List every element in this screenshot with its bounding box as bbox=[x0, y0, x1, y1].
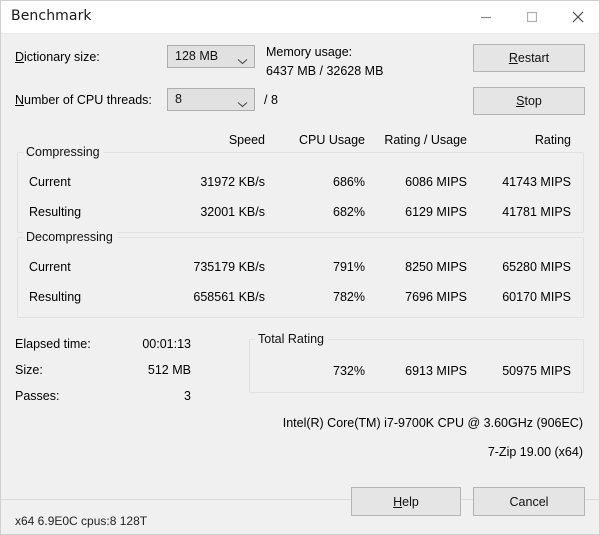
minimize-icon bbox=[480, 11, 492, 23]
minimize-button[interactable] bbox=[463, 1, 509, 32]
cpu-threads-combo[interactable]: 8 bbox=[167, 88, 255, 111]
size-value: 512 MB bbox=[147, 363, 191, 377]
help-accel: H bbox=[393, 494, 403, 509]
compressing-current-rating: 41743 MIPS bbox=[502, 175, 571, 189]
decompressing-current-label: Current bbox=[29, 260, 71, 274]
decompressing-current-rating-usage: 8250 MIPS bbox=[405, 260, 467, 274]
decompressing-group-title: Decompressing bbox=[23, 230, 117, 244]
cpu-threads-label-rest: umber of CPU threads: bbox=[24, 93, 152, 107]
close-button[interactable] bbox=[555, 1, 599, 32]
stop-button-label: Stop bbox=[516, 94, 542, 108]
decompressing-current-speed: 735179 KB/s bbox=[193, 260, 265, 274]
dictionary-size-combo[interactable]: 128 MB bbox=[167, 45, 255, 68]
compressing-resulting-rating: 41781 MIPS bbox=[502, 205, 571, 219]
restart-button-label: Restart bbox=[508, 51, 550, 65]
compressing-current-cpu-usage: 686% bbox=[333, 175, 365, 189]
elapsed-time-label: Elapsed time: bbox=[15, 337, 91, 351]
compressing-group-title: Compressing bbox=[23, 145, 104, 159]
restart-button[interactable]: Restart bbox=[473, 44, 585, 72]
decompressing-group bbox=[17, 237, 584, 318]
close-icon bbox=[571, 10, 585, 24]
version-info: 7-Zip 19.00 (x64) bbox=[487, 445, 583, 459]
cpu-threads-value: 8 bbox=[175, 92, 182, 106]
compressing-current-rating-usage: 6086 MIPS bbox=[405, 175, 467, 189]
cpu-threads-label: Number of CPU threads: bbox=[15, 93, 152, 107]
compressing-resulting-rating-usage: 6129 MIPS bbox=[405, 205, 467, 219]
decompressing-current-cpu-usage: 791% bbox=[333, 260, 365, 274]
cpu-threads-accel: N bbox=[15, 93, 25, 107]
compressing-resulting-speed: 32001 KB/s bbox=[200, 205, 265, 219]
decompressing-resulting-rating: 60170 MIPS bbox=[502, 290, 571, 304]
dictionary-size-value: 128 MB bbox=[175, 49, 219, 63]
help-button-label: Help bbox=[393, 494, 419, 509]
decompressing-resulting-cpu-usage: 782% bbox=[333, 290, 365, 304]
compressing-resulting-cpu-usage: 682% bbox=[333, 205, 365, 219]
status-bar-text: x64 6.9E0C cpus:8 128T bbox=[15, 514, 148, 528]
maximize-icon bbox=[526, 11, 538, 23]
compressing-current-label: Current bbox=[29, 175, 71, 189]
dictionary-size-accel: D bbox=[15, 50, 25, 64]
maximize-button[interactable] bbox=[509, 1, 555, 32]
memory-usage-value: 6437 MB / 32628 MB bbox=[266, 64, 384, 78]
passes-value: 3 bbox=[184, 389, 191, 403]
total-rating-cpu-usage: 732% bbox=[333, 364, 365, 378]
decompressing-current-rating: 65280 MIPS bbox=[502, 260, 571, 274]
column-header-rating-usage: Rating / Usage bbox=[384, 133, 467, 147]
column-header-speed: Speed bbox=[228, 133, 265, 147]
restart-accel: R bbox=[508, 51, 518, 65]
passes-label: Passes: bbox=[15, 389, 60, 403]
dictionary-size-label-rest: ictionary size: bbox=[24, 50, 100, 64]
window-title: Benchmark bbox=[11, 8, 92, 24]
chevron-down-icon bbox=[237, 97, 248, 108]
benchmark-dialog: Benchmark Dictionary size: 128 MB Number… bbox=[0, 0, 600, 535]
stop-accel: S bbox=[516, 94, 525, 108]
decompressing-resulting-rating-usage: 7696 MIPS bbox=[405, 290, 467, 304]
column-header-rating: Rating bbox=[534, 133, 571, 147]
cancel-button-label: Cancel bbox=[509, 494, 549, 509]
help-button[interactable]: Help bbox=[351, 487, 461, 516]
column-header-cpu-usage: CPU Usage bbox=[299, 133, 365, 147]
title-bar: Benchmark bbox=[1, 1, 599, 34]
compressing-current-speed: 31972 KB/s bbox=[200, 175, 265, 189]
total-rating-rating: 50975 MIPS bbox=[502, 364, 571, 378]
elapsed-time-value: 00:01:13 bbox=[142, 337, 191, 351]
decompressing-resulting-speed: 658561 KB/s bbox=[193, 290, 265, 304]
compressing-group bbox=[17, 152, 584, 233]
decompressing-resulting-label: Resulting bbox=[29, 290, 82, 304]
stop-button[interactable]: Stop bbox=[473, 87, 585, 115]
cpu-info: Intel(R) Core(TM) i7-9700K CPU @ 3.60GHz… bbox=[282, 416, 583, 430]
dialog-body: Dictionary size: 128 MB Number of CPU th… bbox=[1, 33, 599, 534]
total-rating-rating-usage: 6913 MIPS bbox=[405, 364, 467, 378]
dictionary-size-label: Dictionary size: bbox=[15, 50, 100, 64]
chevron-down-icon bbox=[237, 54, 248, 65]
total-rating-group-title: Total Rating bbox=[255, 332, 329, 346]
cancel-button[interactable]: Cancel bbox=[473, 487, 585, 516]
compressing-resulting-label: Resulting bbox=[29, 205, 82, 219]
cpu-threads-total: / 8 bbox=[264, 93, 278, 107]
memory-usage-label: Memory usage: bbox=[266, 45, 353, 59]
size-label: Size: bbox=[15, 363, 43, 377]
